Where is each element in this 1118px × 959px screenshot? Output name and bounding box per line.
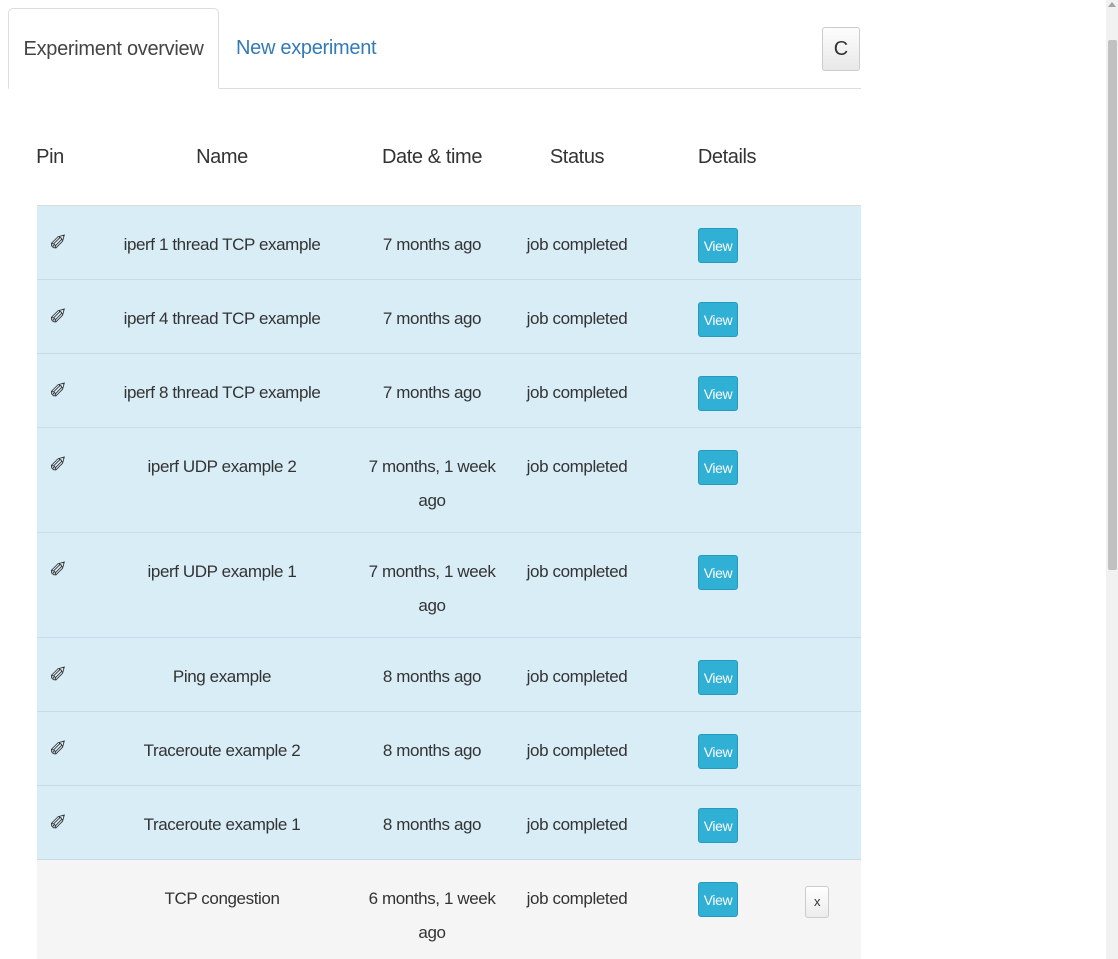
- details-cell: View: [697, 734, 739, 769]
- table-row: ✐ iperf UDP example 1 7 months, 1 week ago…: [37, 533, 861, 638]
- view-button[interactable]: View: [698, 882, 738, 917]
- delete-button[interactable]: x: [805, 886, 829, 918]
- details-cell: View: [697, 376, 739, 411]
- details-cell: View: [697, 882, 739, 917]
- experiment-name: iperf UDP example 1: [147, 562, 297, 581]
- pin-icon[interactable]: ✐: [37, 448, 79, 482]
- tab-bar: Experiment overview New experiment: [8, 8, 861, 89]
- experiment-status: job completed: [526, 235, 628, 254]
- view-button[interactable]: View: [698, 376, 738, 411]
- experiment-status: job completed: [526, 667, 628, 686]
- experiment-status: job completed: [526, 889, 628, 908]
- details-cell: View: [697, 555, 739, 590]
- experiment-name: iperf 1 thread TCP example: [123, 235, 321, 254]
- view-button[interactable]: View: [698, 734, 738, 769]
- experiment-status: job completed: [526, 741, 628, 760]
- details-cell: View: [697, 450, 739, 485]
- header-date: Date & time: [381, 146, 483, 168]
- table-body: ✐ iperf 1 thread TCP example 7 months ago j…: [37, 206, 861, 959]
- table-row: ✐ Traceroute example 1 8 months ago job com…: [37, 786, 861, 860]
- experiment-date: 7 months ago: [382, 309, 482, 328]
- refresh-button[interactable]: C: [822, 27, 860, 71]
- pin-icon[interactable]: ✐: [37, 553, 79, 587]
- table-header: Pin Name Date & time Status Details: [36, 120, 861, 206]
- experiment-status: job completed: [526, 457, 628, 476]
- experiment-date: 7 months, 1 week ago: [368, 457, 496, 510]
- table-row: TCP congestion 6 months, 1 week ago job co…: [37, 860, 861, 959]
- pin-icon[interactable]: ✐: [37, 300, 79, 334]
- details-cell: View: [697, 228, 739, 263]
- header-details: Details: [697, 146, 757, 168]
- tab-new-experiment[interactable]: New experiment: [236, 8, 377, 88]
- pin-icon[interactable]: ✐: [37, 374, 79, 408]
- experiments-table: Pin Name Date & time Status Details ✐ ipe…: [36, 120, 861, 959]
- table-row: ✐ iperf UDP example 2 7 months, 1 week ago…: [37, 428, 861, 533]
- table-row: ✐ iperf 4 thread TCP example 7 months ago j…: [37, 280, 861, 354]
- tab-experiment-overview[interactable]: Experiment overview: [8, 8, 219, 89]
- scroll-thumb[interactable]: [1108, 40, 1117, 570]
- experiment-date: 8 months ago: [382, 741, 482, 760]
- experiment-name: Ping example: [172, 667, 272, 686]
- header-name: Name: [196, 146, 248, 168]
- view-button[interactable]: View: [698, 450, 738, 485]
- experiment-name: iperf 4 thread TCP example: [123, 309, 321, 328]
- pin-icon[interactable]: ✐: [37, 226, 79, 260]
- experiments-page: Experiment overview New experiment C Pin…: [0, 0, 1118, 959]
- scroll-up-arrow-icon[interactable]: [1108, 2, 1116, 7]
- details-cell: View: [697, 808, 739, 843]
- experiment-status: job completed: [526, 815, 628, 834]
- experiment-name: TCP congestion: [164, 889, 280, 908]
- experiment-date: 7 months ago: [382, 235, 482, 254]
- experiment-name: Traceroute example 1: [143, 815, 301, 834]
- view-button[interactable]: View: [698, 302, 738, 337]
- table-row: ✐ iperf 1 thread TCP example 7 months ago j…: [37, 206, 861, 280]
- experiment-date: 6 months, 1 week ago: [368, 889, 496, 942]
- header-status: Status: [549, 146, 605, 168]
- table-row: ✐ iperf 8 thread TCP example 7 months ago j…: [37, 354, 861, 428]
- pin-icon[interactable]: ✐: [37, 658, 79, 692]
- experiment-date: 8 months ago: [382, 667, 482, 686]
- view-button[interactable]: View: [698, 555, 738, 590]
- refresh-icon: C: [833, 38, 849, 60]
- details-cell: View: [697, 660, 739, 695]
- header-pin: Pin: [36, 146, 64, 168]
- experiment-status: job completed: [526, 309, 628, 328]
- table-row: ✐ Ping example 8 months ago job completed Vi…: [37, 638, 861, 712]
- page-scrollbar[interactable]: [1106, 0, 1118, 959]
- pin-icon[interactable]: ✐: [37, 732, 79, 766]
- experiment-name: iperf 8 thread TCP example: [123, 383, 321, 402]
- experiment-date: 8 months ago: [382, 815, 482, 834]
- details-cell: View: [697, 302, 739, 337]
- view-button[interactable]: View: [698, 660, 738, 695]
- experiment-status: job completed: [526, 562, 628, 581]
- experiment-status: job completed: [526, 383, 628, 402]
- experiment-name: iperf UDP example 2: [147, 457, 297, 476]
- table-row: ✐ Traceroute example 2 8 months ago job com…: [37, 712, 861, 786]
- experiment-name: Traceroute example 2: [143, 741, 301, 760]
- view-button[interactable]: View: [698, 808, 738, 843]
- view-button[interactable]: View: [698, 228, 738, 263]
- pin-icon[interactable]: ✐: [37, 806, 79, 840]
- experiment-date: 7 months, 1 week ago: [368, 562, 496, 615]
- experiment-date: 7 months ago: [382, 383, 482, 402]
